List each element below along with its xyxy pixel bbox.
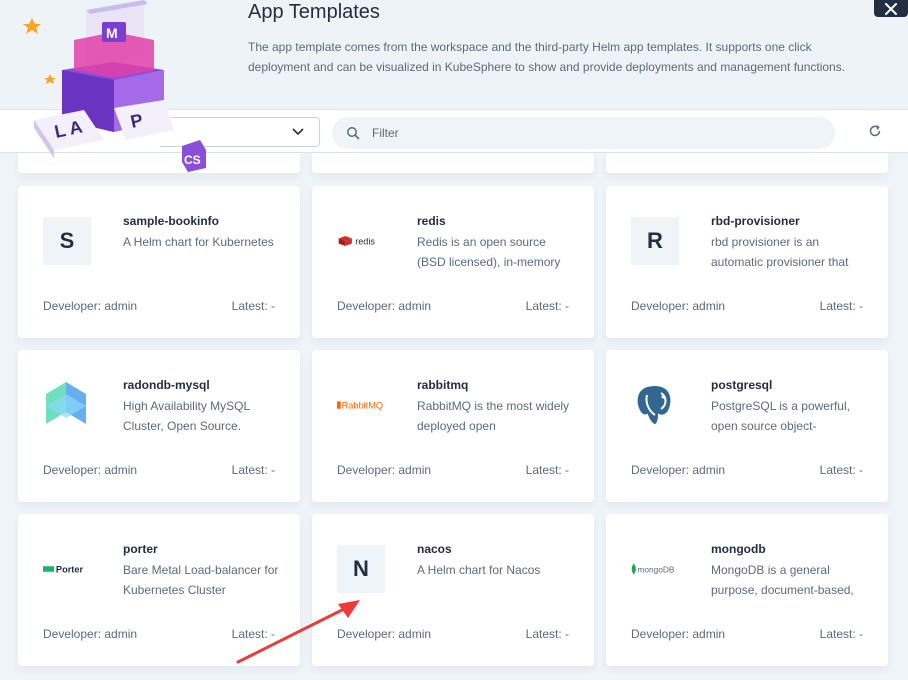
app-latest-version: Latest: - bbox=[231, 299, 275, 313]
app-description: RabbitMQ is the most widely deployed ope… bbox=[417, 399, 570, 433]
app-latest-version: Latest: - bbox=[231, 463, 275, 477]
app-description: A Helm chart for Kubernetes bbox=[123, 235, 274, 249]
postgresql-elephant-icon bbox=[635, 383, 673, 427]
app-description: MongoDB is a general purpose, document-b… bbox=[711, 563, 854, 597]
chevron-down-icon bbox=[292, 128, 304, 136]
redis-logo-icon: redis bbox=[338, 236, 375, 246]
rabbitmq-logo-text: RabbitMQ bbox=[342, 401, 384, 411]
app-logo bbox=[43, 381, 91, 429]
app-developer: Developer: admin bbox=[43, 463, 138, 477]
search-bar[interactable] bbox=[332, 117, 835, 149]
close-icon bbox=[885, 2, 897, 15]
app-card-rbd-provisioner[interactable]: Rrbd-provisioner rbd provisioner is an au… bbox=[606, 186, 888, 338]
app-name[interactable]: rbd-provisioner bbox=[711, 213, 800, 229]
app-developer: Developer: admin bbox=[337, 463, 432, 477]
radondb-logo-icon bbox=[46, 382, 86, 424]
app-name[interactable]: rabbitmq bbox=[417, 377, 468, 393]
app-logo: N bbox=[337, 545, 385, 593]
app-developer: Developer: admin bbox=[631, 299, 726, 313]
app-card-rabbitmq[interactable]: RabbitMQ rabbitmq RabbitMQ is the most wid… bbox=[312, 350, 594, 502]
app-latest-version: Latest: - bbox=[525, 463, 569, 477]
porter-logo-text: Porter bbox=[56, 565, 84, 575]
porter-logo-icon: Porter bbox=[43, 565, 84, 575]
app-logo: RabbitMQ bbox=[337, 381, 385, 429]
app-card-mongodb[interactable]: mongoDB mongodb MongoDB is a general purpo… bbox=[606, 514, 888, 666]
app-developer: Developer: admin bbox=[43, 627, 138, 641]
search-icon bbox=[347, 127, 360, 140]
app-description: rbd provisioner is an automatic provisio… bbox=[711, 235, 849, 269]
app-developer: Developer: admin bbox=[43, 299, 138, 313]
app-description: Redis is an open source (BSD licensed), … bbox=[417, 235, 561, 269]
app-latest-version: Latest: - bbox=[525, 299, 569, 313]
app-card-porter[interactable]: Porter porter Bare Metal Load-balancer for… bbox=[18, 514, 300, 666]
app-description: High Availability MySQL Cluster, Open So… bbox=[123, 399, 250, 433]
app-card-redis[interactable]: redis redis Redis is an open source (BSD l… bbox=[312, 186, 594, 338]
app-name[interactable]: nacos bbox=[417, 541, 452, 557]
app-logo: S bbox=[43, 217, 91, 265]
app-latest-version: Latest: - bbox=[819, 463, 863, 477]
search-input[interactable] bbox=[372, 117, 812, 149]
app-card-partial[interactable] bbox=[606, 153, 888, 173]
app-card-partial[interactable] bbox=[312, 153, 594, 173]
mongodb-logo-icon: mongoDB bbox=[631, 563, 675, 575]
app-developer: Developer: admin bbox=[337, 299, 432, 313]
app-store-illustration: M L A P CS bbox=[23, 0, 206, 172]
app-latest-version: Latest: - bbox=[231, 627, 275, 641]
close-button[interactable] bbox=[874, 0, 908, 17]
app-latest-version: Latest: - bbox=[819, 299, 863, 313]
page-description: The app template comes from the workspac… bbox=[248, 40, 846, 74]
app-card-radondb-mysql[interactable]: radondb-mysql High Availability MySQL Clu… bbox=[18, 350, 300, 502]
app-name[interactable]: radondb-mysql bbox=[123, 377, 210, 393]
app-logo: Porter bbox=[43, 545, 91, 593]
app-developer: Developer: admin bbox=[631, 463, 726, 477]
svg-text:M: M bbox=[106, 25, 118, 41]
app-logo: redis bbox=[337, 217, 385, 265]
app-developer: Developer: admin bbox=[631, 627, 726, 641]
app-card-postgresql[interactable]: postgresql PostgreSQL is a powerful, open… bbox=[606, 350, 888, 502]
svg-text:CS: CS bbox=[184, 153, 201, 167]
app-card-sample-bookinfo[interactable]: Ssample-bookinfo A Helm chart for Kuberne… bbox=[18, 186, 300, 338]
page-title: App Templates bbox=[248, 1, 380, 23]
refresh-icon[interactable] bbox=[868, 124, 882, 138]
mongodb-logo-text: mongoDB bbox=[637, 565, 674, 575]
app-card-nacos[interactable]: Nnacos A Helm chart for Nacos Developer: a… bbox=[312, 514, 594, 666]
app-logo: R bbox=[631, 217, 679, 265]
app-name[interactable]: redis bbox=[417, 213, 446, 229]
app-description: A Helm chart for Nacos bbox=[417, 563, 541, 577]
app-name[interactable]: postgresql bbox=[711, 377, 772, 393]
app-name[interactable]: sample-bookinfo bbox=[123, 213, 219, 229]
rabbitmq-logo-icon: RabbitMQ bbox=[337, 401, 384, 411]
app-name[interactable]: porter bbox=[123, 541, 158, 557]
app-developer: Developer: admin bbox=[337, 627, 432, 641]
app-description: Bare Metal Load-balancer for Kubernetes … bbox=[123, 563, 279, 597]
app-logo bbox=[631, 381, 679, 429]
redis-logo-text: redis bbox=[355, 236, 375, 246]
app-description: PostgreSQL is a powerful, open source ob… bbox=[711, 399, 850, 433]
app-logo: mongoDB bbox=[631, 545, 679, 593]
app-latest-version: Latest: - bbox=[525, 627, 569, 641]
app-name[interactable]: mongodb bbox=[711, 541, 766, 557]
app-latest-version: Latest: - bbox=[819, 627, 863, 641]
